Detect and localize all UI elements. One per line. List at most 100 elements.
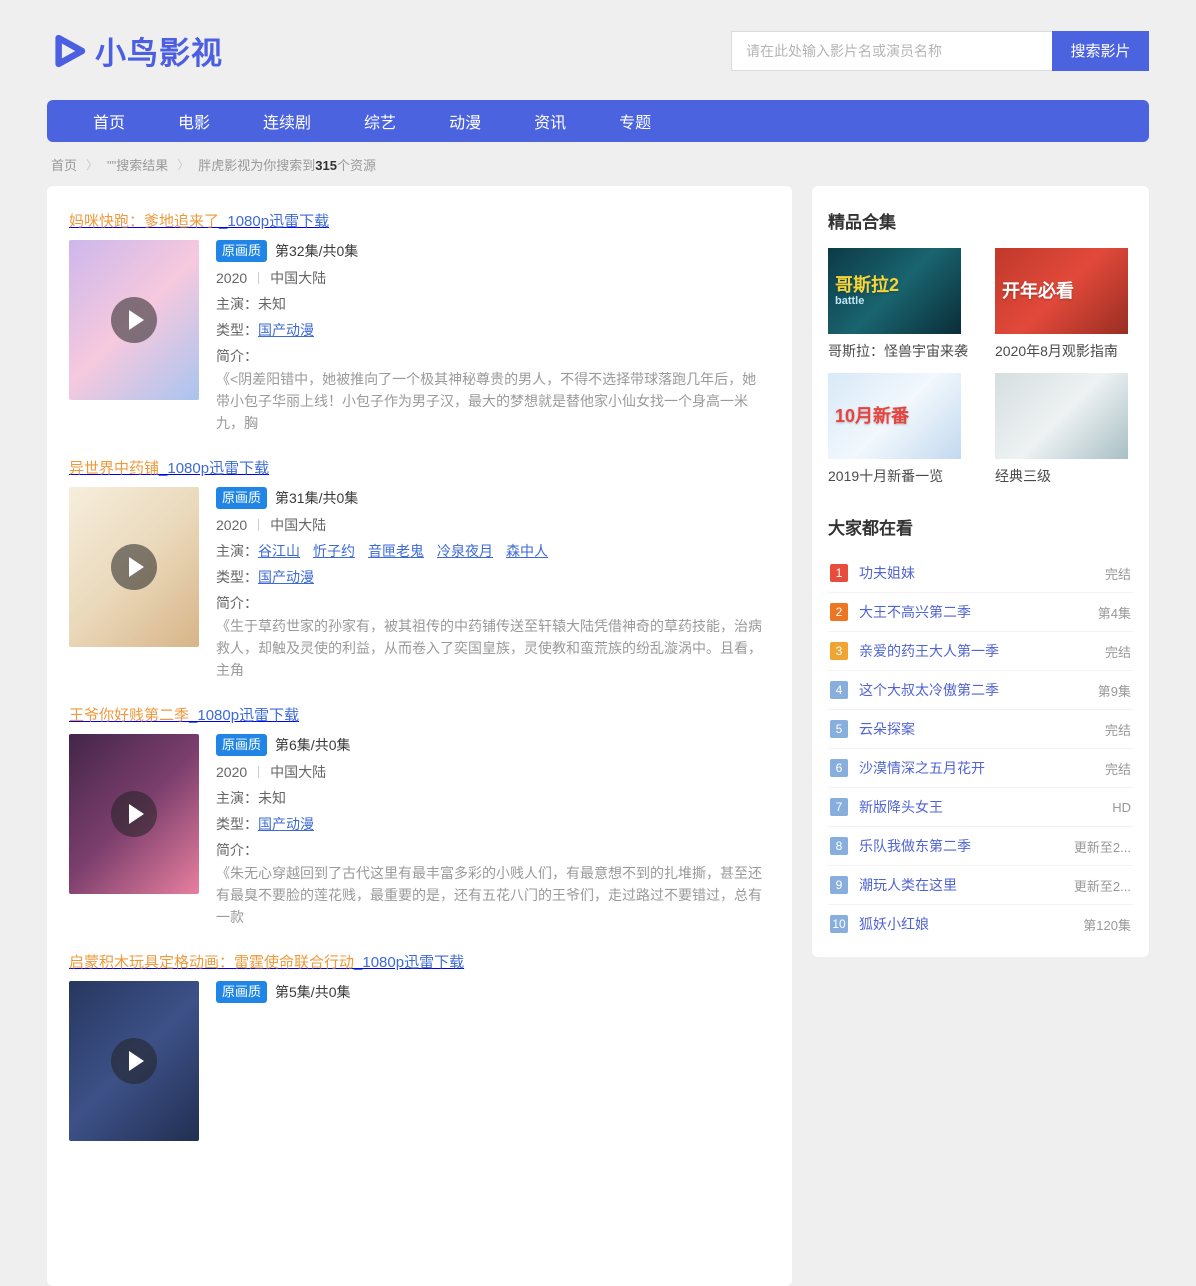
result-count: 315 bbox=[315, 158, 337, 173]
hot-item-status: 完结 bbox=[1105, 564, 1131, 583]
result-thumbnail[interactable] bbox=[69, 240, 199, 400]
nav-item-0[interactable]: 首页 bbox=[93, 109, 125, 133]
result-year: 2020 bbox=[216, 764, 247, 780]
starring-label: 主演： bbox=[216, 543, 258, 559]
site-logo[interactable]: 小鸟影视 bbox=[47, 28, 223, 73]
card-overlay-text: 哥斯拉2 bbox=[835, 275, 961, 295]
nav-item-6[interactable]: 专题 bbox=[619, 109, 651, 133]
collection-card[interactable]: 10月新番 2019十月新番一览 bbox=[828, 373, 978, 486]
hot-item-link[interactable]: 沙漠情深之五月花开 bbox=[859, 758, 1105, 778]
search-button[interactable]: 搜索影片 bbox=[1052, 31, 1149, 71]
result-region: 中国大陆 bbox=[270, 764, 326, 780]
hot-item-link[interactable]: 功夫姐妹 bbox=[859, 563, 1105, 583]
actor-name[interactable]: 音匣老鬼 bbox=[368, 543, 424, 559]
hot-item-link[interactable]: 大王不高兴第二季 bbox=[859, 602, 1098, 622]
result-title-main: 启蒙积木玩具定格动画：雷霆使命联合行动 bbox=[69, 954, 354, 971]
rank-badge: 1 bbox=[830, 564, 848, 582]
rank-badge: 8 bbox=[830, 837, 848, 855]
hot-item-link[interactable]: 狐妖小红娘 bbox=[859, 914, 1083, 934]
genre-link[interactable]: 国产动漫 bbox=[258, 816, 314, 832]
result-thumbnail[interactable] bbox=[69, 734, 199, 894]
breadcrumb-search-result: ""搜索结果 bbox=[107, 155, 168, 174]
genre-link[interactable]: 国产动漫 bbox=[258, 569, 314, 585]
result-description: 《<阴差阳错中，她被推向了一个极其神秘尊贵的男人，不得不选择带球落跑几年后，她带… bbox=[216, 368, 770, 434]
type-label: 类型： bbox=[216, 569, 258, 585]
hot-item-link[interactable]: 亲爱的药王大人第一季 bbox=[859, 641, 1105, 661]
collections-heading: 精品合集 bbox=[828, 208, 1133, 233]
collections-grid: 哥斯拉2 battle 哥斯拉：怪兽宇宙来袭 开年必看 2020年8月观影指南 … bbox=[828, 248, 1133, 486]
type-label: 类型： bbox=[216, 322, 258, 338]
hot-item-link[interactable]: 这个大叔太冷傲第二季 bbox=[859, 680, 1098, 700]
breadcrumb-result-summary: 胖虎影视为你搜索到315个资源 bbox=[198, 155, 376, 174]
hot-list-item: 10 狐妖小红娘 第120集 bbox=[828, 905, 1133, 943]
actor-name: 未知 bbox=[258, 790, 286, 806]
hot-item-status: 更新至2... bbox=[1074, 837, 1131, 856]
search-input[interactable] bbox=[731, 31, 1052, 71]
nav-item-4[interactable]: 动漫 bbox=[449, 109, 481, 133]
collection-card-image[interactable] bbox=[995, 373, 1128, 459]
collection-card-caption[interactable]: 哥斯拉：怪兽宇宙来袭 bbox=[828, 341, 978, 361]
actor-name[interactable]: 冷泉夜月 bbox=[437, 543, 493, 559]
divider bbox=[258, 272, 259, 284]
play-icon bbox=[111, 297, 157, 343]
hot-item-link[interactable]: 潮玩人类在这里 bbox=[859, 875, 1074, 895]
sidebar: 精品合集 哥斯拉2 battle 哥斯拉：怪兽宇宙来袭 开年必看 2020年8月… bbox=[812, 186, 1149, 957]
breadcrumb-separator: 〉 bbox=[86, 156, 98, 173]
search-result-item: 异世界中药铺_1080p迅雷下载 原画质第31集/共0集 2020中国大陆 主演… bbox=[69, 457, 770, 681]
result-thumbnail[interactable] bbox=[69, 487, 199, 647]
intro-label: 简介： bbox=[216, 348, 258, 364]
genre-link[interactable]: 国产动漫 bbox=[258, 322, 314, 338]
collection-card-caption[interactable]: 2020年8月观影指南 bbox=[995, 341, 1145, 361]
collection-card-caption[interactable]: 经典三级 bbox=[995, 466, 1145, 486]
nav-item-5[interactable]: 资讯 bbox=[534, 109, 566, 133]
result-info: 原画质第5集/共0集 主演： 类型： 简介： bbox=[216, 981, 770, 1141]
actor-name: 未知 bbox=[258, 296, 286, 312]
search-bar: 搜索影片 bbox=[731, 31, 1149, 71]
actor-list: 谷江山忻子约音匣老鬼冷泉夜月森中人 bbox=[258, 543, 561, 559]
site-title: 小鸟影视 bbox=[95, 28, 223, 73]
collection-card[interactable]: 哥斯拉2 battle 哥斯拉：怪兽宇宙来袭 bbox=[828, 248, 978, 361]
intro-label: 简介： bbox=[216, 842, 258, 858]
result-title-suffix: _1080p迅雷下载 bbox=[219, 213, 329, 230]
actor-name[interactable]: 谷江山 bbox=[258, 543, 300, 559]
collection-card-image[interactable]: 开年必看 bbox=[995, 248, 1128, 334]
result-title-link[interactable]: 王爷你好贱第二季_1080p迅雷下载 bbox=[69, 707, 299, 724]
content-area: 妈咪快跑：爹地追来了_1080p迅雷下载 原画质第32集/共0集 2020中国大… bbox=[47, 186, 1149, 1286]
nav-item-1[interactable]: 电影 bbox=[178, 109, 210, 133]
rank-badge: 3 bbox=[830, 642, 848, 660]
actor-name[interactable]: 森中人 bbox=[506, 543, 548, 559]
result-title-link[interactable]: 妈咪快跑：爹地追来了_1080p迅雷下载 bbox=[69, 213, 329, 230]
nav-item-2[interactable]: 连续剧 bbox=[263, 109, 311, 133]
hot-item-status: 完结 bbox=[1105, 642, 1131, 661]
rank-badge: 5 bbox=[830, 720, 848, 738]
hot-item-link[interactable]: 新版降头女王 bbox=[859, 797, 1112, 817]
collection-card-caption[interactable]: 2019十月新番一览 bbox=[828, 466, 978, 486]
hot-item-link[interactable]: 乐队我做东第二季 bbox=[859, 836, 1074, 856]
hot-list-item: 9 潮玩人类在这里 更新至2... bbox=[828, 866, 1133, 905]
actor-name[interactable]: 忻子约 bbox=[313, 543, 355, 559]
collection-card[interactable]: 开年必看 2020年8月观影指南 bbox=[995, 248, 1145, 361]
collection-card[interactable]: 经典三级 bbox=[995, 373, 1145, 486]
rank-badge: 6 bbox=[830, 759, 848, 777]
result-thumbnail[interactable] bbox=[69, 981, 199, 1141]
starring-label: 主演： bbox=[216, 296, 258, 312]
result-title-main: 异世界中药铺 bbox=[69, 460, 159, 477]
hot-list-item: 6 沙漠情深之五月花开 完结 bbox=[828, 749, 1133, 788]
breadcrumb-home-link[interactable]: 首页 bbox=[51, 155, 77, 174]
result-year: 2020 bbox=[216, 270, 247, 286]
result-title-link[interactable]: 异世界中药铺_1080p迅雷下载 bbox=[69, 460, 269, 477]
collection-card-image[interactable]: 10月新番 bbox=[828, 373, 961, 459]
hot-list-item: 8 乐队我做东第二季 更新至2... bbox=[828, 827, 1133, 866]
main-nav: 首页 电影 连续剧 综艺 动漫 资讯 专题 bbox=[47, 100, 1149, 142]
play-icon bbox=[111, 791, 157, 837]
episode-count: 第6集/共0集 bbox=[275, 737, 350, 753]
search-result-item: 妈咪快跑：爹地追来了_1080p迅雷下载 原画质第32集/共0集 2020中国大… bbox=[69, 210, 770, 434]
actor-list: 未知 bbox=[258, 296, 299, 312]
result-title-suffix: _1080p迅雷下载 bbox=[189, 707, 299, 724]
nav-item-3[interactable]: 综艺 bbox=[364, 109, 396, 133]
rank-badge: 7 bbox=[830, 798, 848, 816]
hot-list-item: 3 亲爱的药王大人第一季 完结 bbox=[828, 632, 1133, 671]
collection-card-image[interactable]: 哥斯拉2 battle bbox=[828, 248, 961, 334]
result-title-link[interactable]: 启蒙积木玩具定格动画：雷霆使命联合行动_1080p迅雷下载 bbox=[69, 954, 464, 971]
hot-item-link[interactable]: 云朵探案 bbox=[859, 719, 1105, 739]
